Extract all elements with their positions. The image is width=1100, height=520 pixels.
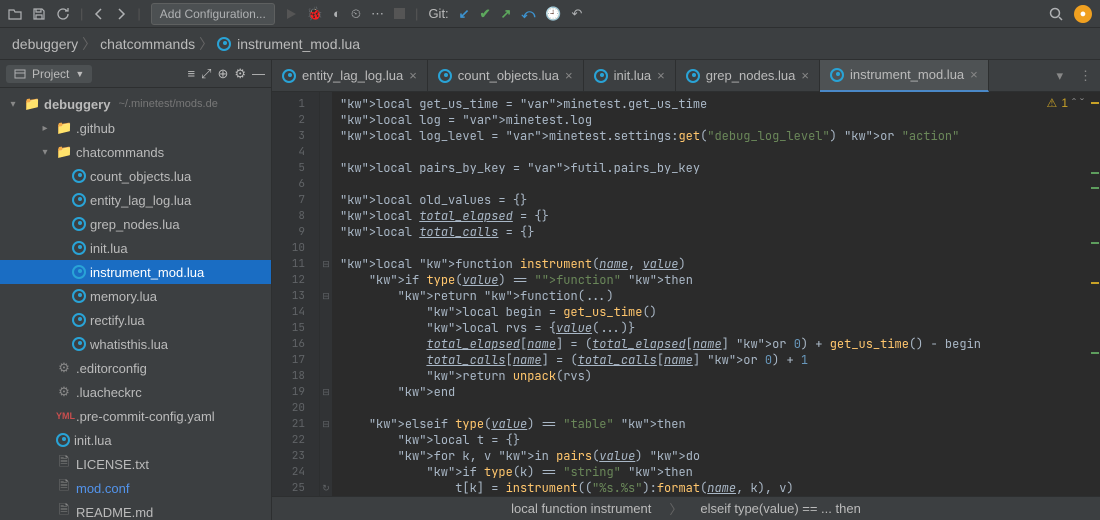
back-icon[interactable] [93,8,105,20]
lua-file-icon [72,241,86,255]
error-stripe[interactable] [1090,92,1100,496]
lua-file-icon [830,68,844,82]
save-icon[interactable] [32,7,46,21]
folder-icon: 📁 [56,120,72,136]
editor-tab[interactable]: init.lua× [584,60,676,92]
search-icon[interactable] [1048,6,1064,22]
tree-folder[interactable]: ▸📁.github [0,116,271,140]
tree-file[interactable]: instrument_mod.lua [0,260,271,284]
tree-file[interactable]: 🗎README.md [0,500,271,520]
text-file-icon: 🗎 [56,453,72,475]
scroll-from-source-icon[interactable]: ⊕ [217,66,228,82]
folder-icon: 📁 [56,144,72,160]
lua-file-icon [72,265,86,279]
lua-file-icon [56,433,70,447]
close-icon[interactable]: × [970,67,978,82]
text-file-icon: 🗎 [56,477,72,499]
tree-file[interactable]: rectify.lua [0,308,271,332]
markdown-file-icon: 🗎 [56,501,72,520]
run-config-select[interactable]: Add Configuration... [151,3,275,25]
tree-folder[interactable]: ▾📁chatcommands [0,140,271,164]
editor-tab[interactable]: instrument_mod.lua× [820,60,989,92]
editor-tab[interactable]: entity_lag_log.lua× [272,60,428,92]
tree-file[interactable]: count_objects.lua [0,164,271,188]
attach-icon[interactable]: ⋯ [371,6,384,22]
rollback-icon[interactable]: ↶ [571,6,582,22]
inspection-indicator[interactable]: ⚠ 1 ˆ ˇ [1047,96,1084,110]
history-icon[interactable]: 🕘 [545,6,561,22]
lua-file-icon [72,169,86,183]
code-breadcrumb[interactable]: local function instrument 〉 elseif type(… [272,496,1100,520]
warning-icon: ⚠ [1047,96,1058,110]
yaml-file-icon: YML [56,411,72,421]
lua-file-icon [72,217,86,231]
settings-icon[interactable]: ⚙ [234,66,246,82]
profile-icon[interactable]: ⏲ [351,6,361,22]
project-scope-select[interactable]: Project ▼ [6,65,92,83]
tree-root[interactable]: ▾ 📁 debuggery ~/.minetest/mods.de [0,92,271,116]
collapse-all-icon[interactable]: ≡ [187,66,195,81]
lua-file-icon [438,69,452,83]
lua-file-icon [72,193,86,207]
forward-icon[interactable] [115,8,127,20]
git-push-icon[interactable]: ↗ [500,6,511,22]
gear-icon: ⚙ [56,360,72,376]
fold-gutter[interactable]: ⊟⊟⊟⊟↻ [320,92,332,496]
tree-file[interactable]: memory.lua [0,284,271,308]
lua-file-icon [72,313,86,327]
editor-tabs: entity_lag_log.lua×count_objects.lua×ini… [272,60,1100,92]
tree-file[interactable]: whatisthis.lua [0,332,271,356]
expand-icon[interactable]: ⤢ [201,66,211,82]
stop-icon[interactable] [394,8,405,19]
tree-file[interactable]: entity_lag_log.lua [0,188,271,212]
close-icon[interactable]: × [801,68,809,83]
tree-file[interactable]: 🗎LICENSE.txt [0,452,271,476]
git-commit-icon[interactable]: ✔ [480,6,491,22]
gear-icon: ⚙ [56,384,72,400]
hide-icon[interactable]: — [252,66,265,81]
project-tree[interactable]: ▾ 📁 debuggery ~/.minetest/mods.de ▸📁.git… [0,88,271,520]
lua-file-icon [217,37,231,51]
tree-file[interactable]: init.lua [0,428,271,452]
tab-more-icon[interactable]: ⋮ [1071,68,1100,84]
avatar[interactable]: ● [1074,5,1092,23]
lua-file-icon [72,337,86,351]
breadcrumb-item[interactable]: instrument_mod.lua [217,36,360,52]
tree-file[interactable]: ⚙.luacheckrc [0,380,271,404]
line-number-gutter[interactable]: 1234567891011121314151617181920212223242… [272,92,320,496]
git-update-icon[interactable]: ⤺ [521,6,535,22]
lua-file-icon [686,69,700,83]
coverage-icon[interactable]: ◐ [333,6,341,21]
tree-file[interactable]: YML.pre-commit-config.yaml [0,404,271,428]
debug-icon[interactable]: 🐞 [307,6,323,22]
tree-file[interactable]: init.lua [0,236,271,260]
close-icon[interactable]: × [657,68,665,83]
close-icon[interactable]: × [565,68,573,83]
navigation-breadcrumb: debuggery 〉 chatcommands 〉 instrument_mo… [0,28,1100,60]
git-pull-icon[interactable]: ↙ [459,6,470,22]
editor-tab[interactable]: count_objects.lua× [428,60,584,92]
tab-dropdown-icon[interactable]: ▾ [1048,68,1071,84]
close-icon[interactable]: × [409,68,417,83]
tree-file[interactable]: ⚙.editorconfig [0,356,271,380]
code-editor[interactable]: "kw">local get_us_time = "var">minetest.… [332,92,1090,496]
editor-tab[interactable]: grep_nodes.lua× [676,60,820,92]
breadcrumb-item[interactable]: chatcommands [100,36,195,52]
lua-file-icon [72,289,86,303]
open-icon[interactable] [8,7,22,21]
git-label: Git: [428,6,448,21]
lua-file-icon [282,69,296,83]
lua-file-icon [594,69,608,83]
refresh-icon[interactable] [56,7,70,21]
breadcrumb-item[interactable]: debuggery [12,36,78,52]
tree-file[interactable]: grep_nodes.lua [0,212,271,236]
run-icon[interactable] [285,8,297,20]
tree-file[interactable]: 🗎mod.conf [0,476,271,500]
